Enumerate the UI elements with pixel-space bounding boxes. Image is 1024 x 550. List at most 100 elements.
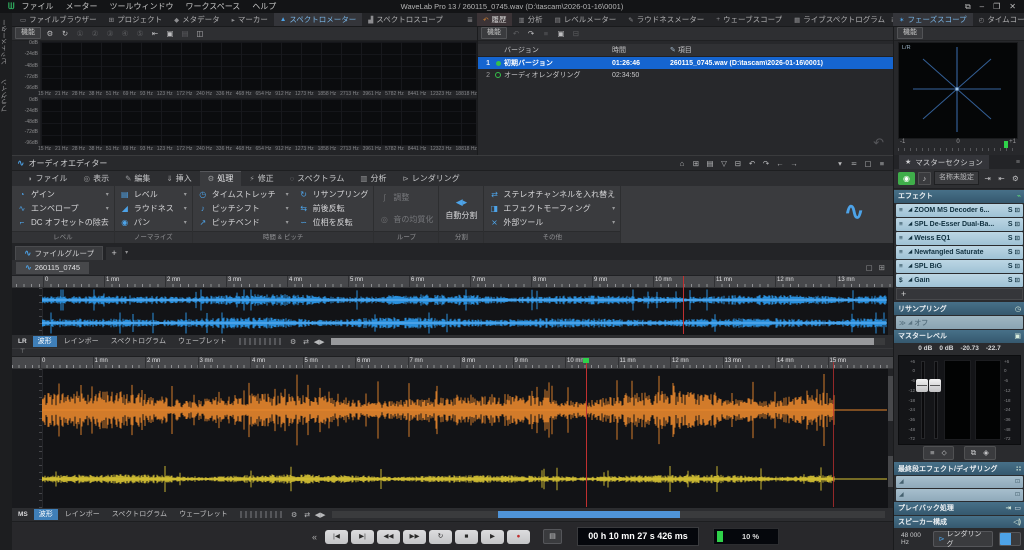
file-group-tab[interactable]: ∿ ファイルグループ bbox=[15, 246, 103, 260]
swap-channels-button[interactable]: ⇄ステレオチャンネルを入れ替え bbox=[489, 187, 615, 201]
loop-adjust-button[interactable]: ∫調整 bbox=[379, 191, 433, 205]
rewind-all-button[interactable]: « bbox=[312, 532, 317, 542]
normalize-level-button-dropdown-icon[interactable]: ▾ bbox=[178, 191, 187, 198]
view-tab-レインボー[interactable]: レインボー bbox=[59, 336, 104, 347]
invert-phase-button[interactable]: ∽位相を反転 bbox=[299, 216, 369, 230]
tab-spectroscope[interactable]: ▟スペクトロスコープ bbox=[362, 13, 449, 26]
master-record-icon[interactable]: ♪ bbox=[918, 172, 931, 185]
final-stage-slot-1[interactable]: ◢⊡ bbox=[896, 476, 1023, 488]
history-col-time[interactable]: 時間 bbox=[612, 45, 670, 55]
compare-icon[interactable]: ≡ bbox=[540, 29, 552, 38]
pitch-shift-button-dropdown-icon[interactable]: ▾ bbox=[280, 205, 289, 212]
ribbon-tab-edit[interactable]: ✎編集 bbox=[117, 171, 158, 186]
history-function-button[interactable]: 機能 bbox=[481, 27, 507, 39]
tab-level-meter[interactable]: ▤レベルメーター bbox=[549, 13, 623, 26]
view-splitter[interactable]: ⊤ bbox=[12, 348, 893, 357]
horizontal-scrollbar-thumb[interactable] bbox=[498, 511, 681, 518]
tab-spectrometer[interactable]: ▲スペクトロメーター bbox=[274, 13, 362, 26]
solo-badge[interactable]: S bbox=[1008, 277, 1013, 284]
normalize-loudness-button[interactable]: ◢ラウドネス▾ bbox=[120, 201, 187, 215]
effect-slot-Weiss EQ1[interactable]: ≡◢Weiss EQ1S⊡ bbox=[896, 232, 1023, 245]
preset-2-icon[interactable]: ② bbox=[89, 29, 101, 38]
slot-remove-icon[interactable]: ⊡ bbox=[1015, 478, 1020, 485]
tab-metadata[interactable]: ◆メタデータ bbox=[168, 13, 226, 26]
picture-icon[interactable]: ◫ bbox=[194, 29, 206, 38]
solo-badge[interactable]: S bbox=[1008, 207, 1013, 214]
nav-back-icon[interactable]: ← bbox=[774, 159, 786, 168]
slot-remove-icon[interactable]: ⊡ bbox=[1015, 491, 1020, 498]
home-icon[interactable]: ⌂ bbox=[676, 159, 688, 168]
reset-master-icon[interactable]: ⇤ bbox=[996, 174, 1007, 183]
tab-wave-scope[interactable]: +ウェーブスコープ bbox=[710, 13, 788, 26]
view-link-icon[interactable]: ⇄ bbox=[301, 338, 312, 346]
zoom-slider[interactable] bbox=[239, 338, 281, 345]
slot-routing-icon[interactable]: $ bbox=[899, 277, 906, 284]
external-tools-button-dropdown-icon[interactable]: ▾ bbox=[606, 219, 615, 226]
channel-link-icon[interactable]: ⧉ bbox=[971, 448, 976, 458]
external-tools-button[interactable]: ⨯外部ツール▾ bbox=[489, 216, 615, 230]
history-col-item[interactable]: ✎ 項目 bbox=[670, 45, 894, 55]
normalize-loudness-button-dropdown-icon[interactable]: ▾ bbox=[178, 205, 187, 212]
effect-slot-ZOOM MS Decoder 6...[interactable]: ≡◢ZOOM MS Decoder 6...S⊡ bbox=[896, 204, 1023, 217]
view-tab-スペクトログラム[interactable]: スペクトログラム bbox=[107, 509, 172, 520]
time-stretch-button-dropdown-icon[interactable]: ▾ bbox=[280, 191, 289, 198]
tab-loudness-meter[interactable]: ✎ラウドネスメーター bbox=[622, 13, 710, 26]
menu-ワークスペース[interactable]: ワークスペース bbox=[186, 1, 241, 12]
history-undo-icon[interactable]: ↶ bbox=[873, 135, 884, 151]
strip-item-ビットメーター[interactable]: ビットメーター bbox=[1, 19, 11, 65]
history-col-version[interactable]: バージョン bbox=[504, 45, 612, 55]
add-effect-button[interactable]: + bbox=[896, 288, 1023, 301]
gain-button-dropdown-icon[interactable]: ▾ bbox=[100, 191, 109, 198]
slot-routing-icon[interactable]: ≡ bbox=[899, 221, 906, 228]
view-settings-icon[interactable]: ⚙ bbox=[288, 338, 299, 346]
ribbon-tab-process[interactable]: ⚙処理 bbox=[200, 171, 242, 186]
slot-routing-icon[interactable]: ≡ bbox=[899, 207, 906, 214]
master-settings-icon[interactable]: ⚙ bbox=[1010, 174, 1021, 183]
master-panel-menu-icon[interactable]: ≡ bbox=[1016, 159, 1020, 166]
view-tab-ウェーブレット[interactable]: ウェーブレット bbox=[174, 509, 233, 520]
channel-mode-label[interactable]: LR bbox=[18, 338, 27, 345]
preset-3-icon[interactable]: ③ bbox=[104, 29, 116, 38]
normalize-pan-button[interactable]: ◉パン▾ bbox=[120, 216, 187, 230]
menu-メーター[interactable]: メーター bbox=[66, 1, 98, 12]
slot-remove-icon[interactable]: ⊡ bbox=[1015, 276, 1020, 284]
view-tab-スペクトログラム[interactable]: スペクトログラム bbox=[106, 336, 171, 347]
rewind-display-icon[interactable]: ⇤ bbox=[149, 29, 161, 38]
undo-icon[interactable]: ↶ bbox=[746, 159, 758, 168]
zoom-slider[interactable] bbox=[240, 511, 282, 518]
clear-icon[interactable]: ⊟ bbox=[570, 29, 582, 38]
bypass-icon[interactable]: ⇥ bbox=[982, 174, 993, 183]
solo-badge[interactable]: S bbox=[1008, 221, 1013, 228]
ribbon-tab-file[interactable]: ◗ファイル bbox=[20, 171, 76, 186]
nav-forward-icon[interactable]: → bbox=[788, 159, 800, 168]
menu-ヘルプ[interactable]: ヘルプ bbox=[252, 1, 276, 12]
resampling-slot[interactable]: ≫ ◢ オフ bbox=[896, 316, 1023, 329]
close-icon[interactable]: ✕ bbox=[1009, 2, 1016, 12]
horizontal-scrollbar-thumb[interactable] bbox=[331, 338, 874, 345]
solo-badge[interactable]: S bbox=[1008, 249, 1013, 256]
view-menu-icon[interactable]: ⊞ bbox=[879, 263, 885, 272]
envelope-button[interactable]: ∿エンベロープ▾ bbox=[17, 201, 109, 215]
copy-icon[interactable]: ▤ bbox=[179, 29, 191, 38]
open-file-icon[interactable]: ▤ bbox=[704, 159, 716, 168]
lock-icon[interactable]: ◈ bbox=[983, 448, 989, 458]
add-file-group-button[interactable]: + bbox=[106, 247, 122, 260]
view-tab-ウェーブレット[interactable]: ウェーブレット bbox=[173, 336, 232, 347]
time-display[interactable]: 00 h 10 mn 27 s 426 ms bbox=[577, 527, 699, 546]
normalize-pan-button-dropdown-icon[interactable]: ▾ bbox=[178, 219, 187, 226]
view-tab-レインボー[interactable]: レインボー bbox=[60, 509, 105, 520]
view-tab-波形[interactable]: 波形 bbox=[33, 336, 57, 347]
history-row[interactable]: 1初期バージョン01:26:46260115_0745.wav (D:\tasc… bbox=[478, 57, 894, 69]
waveform-display[interactable] bbox=[12, 369, 893, 451]
ribbon-tab-view[interactable]: ◎表示 bbox=[76, 171, 118, 186]
waveform-display-lr[interactable] bbox=[12, 288, 893, 335]
preset-4-icon[interactable]: ④ bbox=[119, 29, 131, 38]
timeline-ruler-lr[interactable]: 01 mn2 mn3 mn4 mn5 mn6 mn7 mn8 mn9 mn10 … bbox=[12, 276, 893, 288]
view-settings-icon[interactable]: ⚙ bbox=[289, 511, 300, 519]
tabs-left-menu-icon[interactable]: ≣ bbox=[467, 16, 477, 24]
record-button[interactable]: ● bbox=[507, 530, 530, 544]
effect-slot-Gain[interactable]: $◢GainS⊡ bbox=[896, 274, 1023, 287]
view-link-icon[interactable]: ⇄ bbox=[302, 511, 313, 519]
master-power-button[interactable]: ◉ bbox=[898, 172, 915, 185]
channel-mode-label[interactable]: MS bbox=[18, 511, 28, 518]
